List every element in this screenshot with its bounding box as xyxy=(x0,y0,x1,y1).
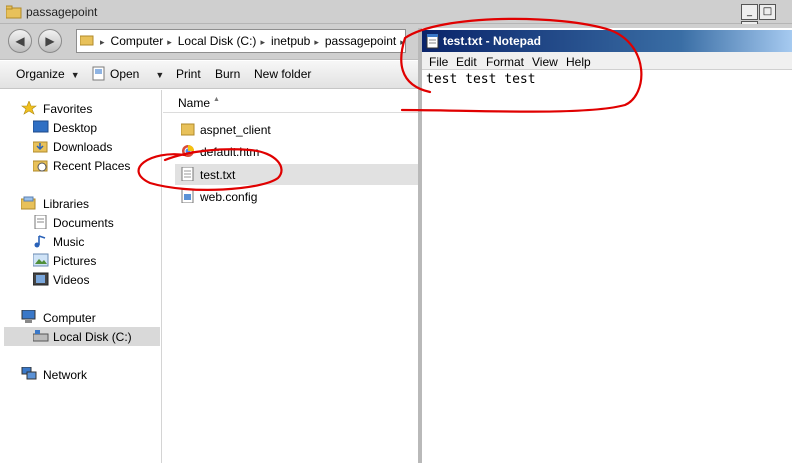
nav-favorites[interactable]: Favorites xyxy=(0,99,160,118)
notepad-icon xyxy=(426,34,439,49)
explorer-title-bar xyxy=(0,0,792,24)
file-row[interactable]: web.config xyxy=(175,186,419,207)
open-menu[interactable]: Open ▼ xyxy=(110,67,164,81)
documents-icon xyxy=(34,215,47,229)
libraries-icon xyxy=(21,196,36,210)
config-file-icon xyxy=(181,189,194,203)
nav-documents[interactable]: Documents xyxy=(0,213,160,232)
computer-icon xyxy=(21,310,36,323)
burn-button[interactable]: Burn xyxy=(215,67,240,81)
nav-recent-places[interactable]: Recent Places xyxy=(0,156,160,175)
text-file-icon xyxy=(181,167,194,181)
local-disk-icon xyxy=(33,330,49,342)
menu-view[interactable]: View xyxy=(532,55,558,69)
menu-edit[interactable]: Edit xyxy=(456,55,477,69)
explorer-window-title: passagepoint xyxy=(26,5,98,19)
back-button[interactable]: ◀ xyxy=(8,29,32,53)
nav-videos[interactable]: Videos xyxy=(0,270,160,289)
minimize-button[interactable]: _ xyxy=(741,4,758,20)
breadcrumb-inetpub[interactable]: inetpub xyxy=(271,34,310,48)
notepad-window xyxy=(418,28,792,463)
column-header-name[interactable]: Name ▲ xyxy=(163,90,419,113)
new-folder-button[interactable]: New folder xyxy=(254,67,311,81)
pictures-icon xyxy=(33,253,49,267)
nav-desktop[interactable]: Desktop xyxy=(0,118,160,137)
desktop-icon xyxy=(33,120,49,133)
breadcrumb-computer[interactable]: Computer xyxy=(111,34,164,48)
menu-file[interactable]: File xyxy=(429,55,448,69)
folder-icon xyxy=(80,35,94,46)
menu-help[interactable]: Help xyxy=(566,55,591,69)
downloads-folder-icon xyxy=(33,141,48,153)
organize-menu[interactable]: Organize ▼ xyxy=(16,67,80,81)
star-icon xyxy=(21,101,37,115)
notepad-menu-bar xyxy=(422,52,792,70)
videos-icon xyxy=(33,272,49,286)
file-row[interactable]: default.htm xyxy=(175,141,419,162)
file-row[interactable]: aspnet_client xyxy=(175,119,419,140)
nav-music[interactable]: Music xyxy=(0,232,160,251)
folder-icon xyxy=(6,5,22,19)
nav-pictures[interactable]: Pictures xyxy=(0,251,160,270)
breadcrumb-passagepoint[interactable]: passagepoint xyxy=(325,34,396,48)
forward-button[interactable]: ▶ xyxy=(38,29,62,53)
menu-format[interactable]: Format xyxy=(486,55,524,69)
browser-icon xyxy=(182,145,194,157)
nav-libraries[interactable]: Libraries xyxy=(0,194,160,213)
nav-local-disk[interactable]: Local Disk (C:) xyxy=(4,327,160,346)
folder-icon xyxy=(181,123,195,136)
notepad-window-title: test.txt - Notepad xyxy=(443,34,542,48)
open-file-icon xyxy=(92,66,105,81)
maximize-button[interactable]: □ xyxy=(759,4,776,20)
nav-computer[interactable]: Computer xyxy=(0,308,160,327)
network-icon xyxy=(21,367,37,380)
breadcrumb: ▸ Computer ▸ Local Disk (C:) ▸ inetpub ▸ passag… xyxy=(100,34,405,48)
file-row-selected[interactable]: test.txt xyxy=(175,164,419,185)
music-icon xyxy=(34,235,46,248)
notepad-text-area[interactable]: test test test xyxy=(426,72,536,87)
breadcrumb-local-disk[interactable]: Local Disk (C:) xyxy=(178,34,257,48)
sort-arrow-icon: ▲ xyxy=(213,96,220,103)
nav-network[interactable]: Network xyxy=(0,365,160,384)
print-button[interactable]: Print xyxy=(176,67,201,81)
nav-downloads[interactable]: Downloads xyxy=(0,137,160,156)
recent-places-icon xyxy=(33,160,48,172)
